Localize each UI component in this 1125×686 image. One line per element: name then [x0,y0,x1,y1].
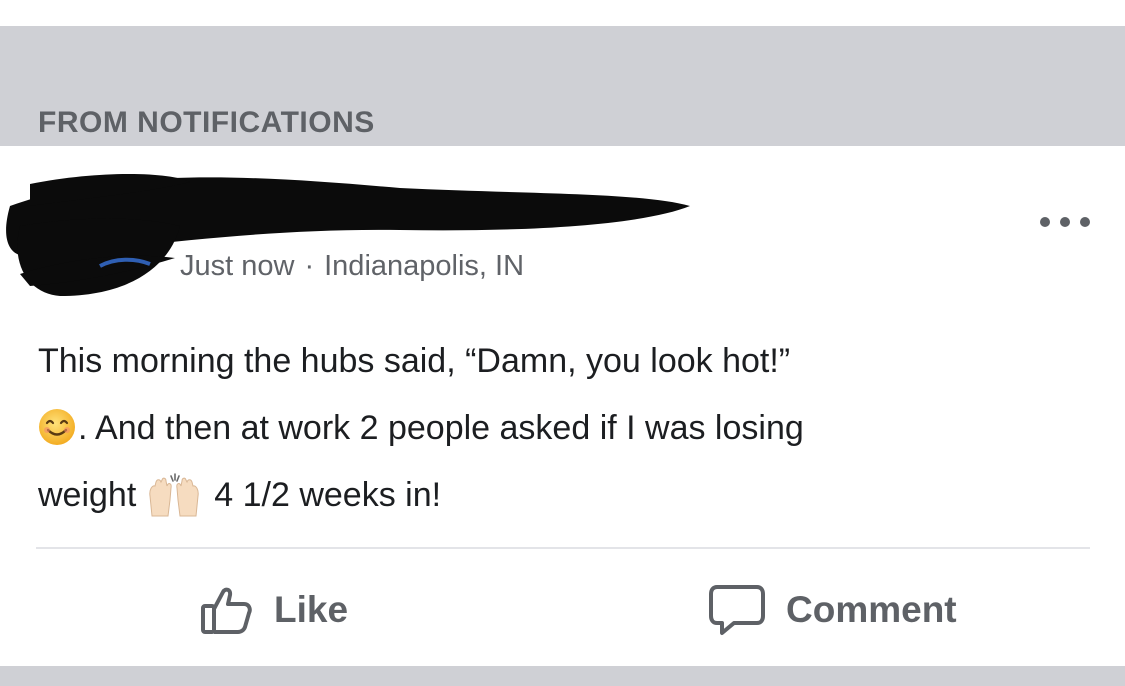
like-button[interactable]: Like [200,582,348,638]
post-text-line: weight 4 1/2 weeks in! [38,462,1088,529]
redacted-author-and-avatar [6,174,690,296]
post-text-segment: weight [38,476,137,514]
post-text-line: This morning the hubs said, “Damn, you l… [38,342,791,380]
comment-button[interactable]: Comment [708,582,957,638]
actions-divider [36,547,1090,549]
meta-separator: · [304,250,315,282]
post-location[interactable]: Indianapolis, IN [324,250,524,282]
post-meta: Just now · Indianapolis, IN [180,250,524,283]
thumbs-up-icon [201,587,252,634]
section-header-label: FROM NOTIFICATIONS [38,106,375,139]
like-label: Like [274,589,349,630]
post-card: Just now · Indianapolis, IN This morning t… [0,146,1125,666]
more-options-icon-dot [1060,217,1070,227]
bottom-separator-bar [0,666,1125,686]
section-header: FROM NOTIFICATIONS [0,26,1125,146]
raising-hands-emoji [149,473,199,517]
post-timestamp[interactable]: Just now [180,250,294,282]
page: FROM NOTIFICATIONS Just now · Indianapolis… [0,0,1125,686]
more-options-icon [1040,217,1050,227]
comment-bubble-icon [709,585,765,635]
smiling-face-emoji [39,409,75,445]
more-options-icon-dot [1080,217,1090,227]
post-text-line: . And then at work 2 people asked if I w… [38,395,1088,462]
top-spacer [0,0,1125,26]
post-text-segment: . And then at work 2 people asked if I w… [78,409,804,447]
more-options-button[interactable] [1040,212,1090,232]
post-text-segment: 4 1/2 weeks in! [214,476,442,514]
post-body: This morning the hubs said, “Damn, you l… [38,328,1088,529]
comment-label: Comment [786,589,957,630]
